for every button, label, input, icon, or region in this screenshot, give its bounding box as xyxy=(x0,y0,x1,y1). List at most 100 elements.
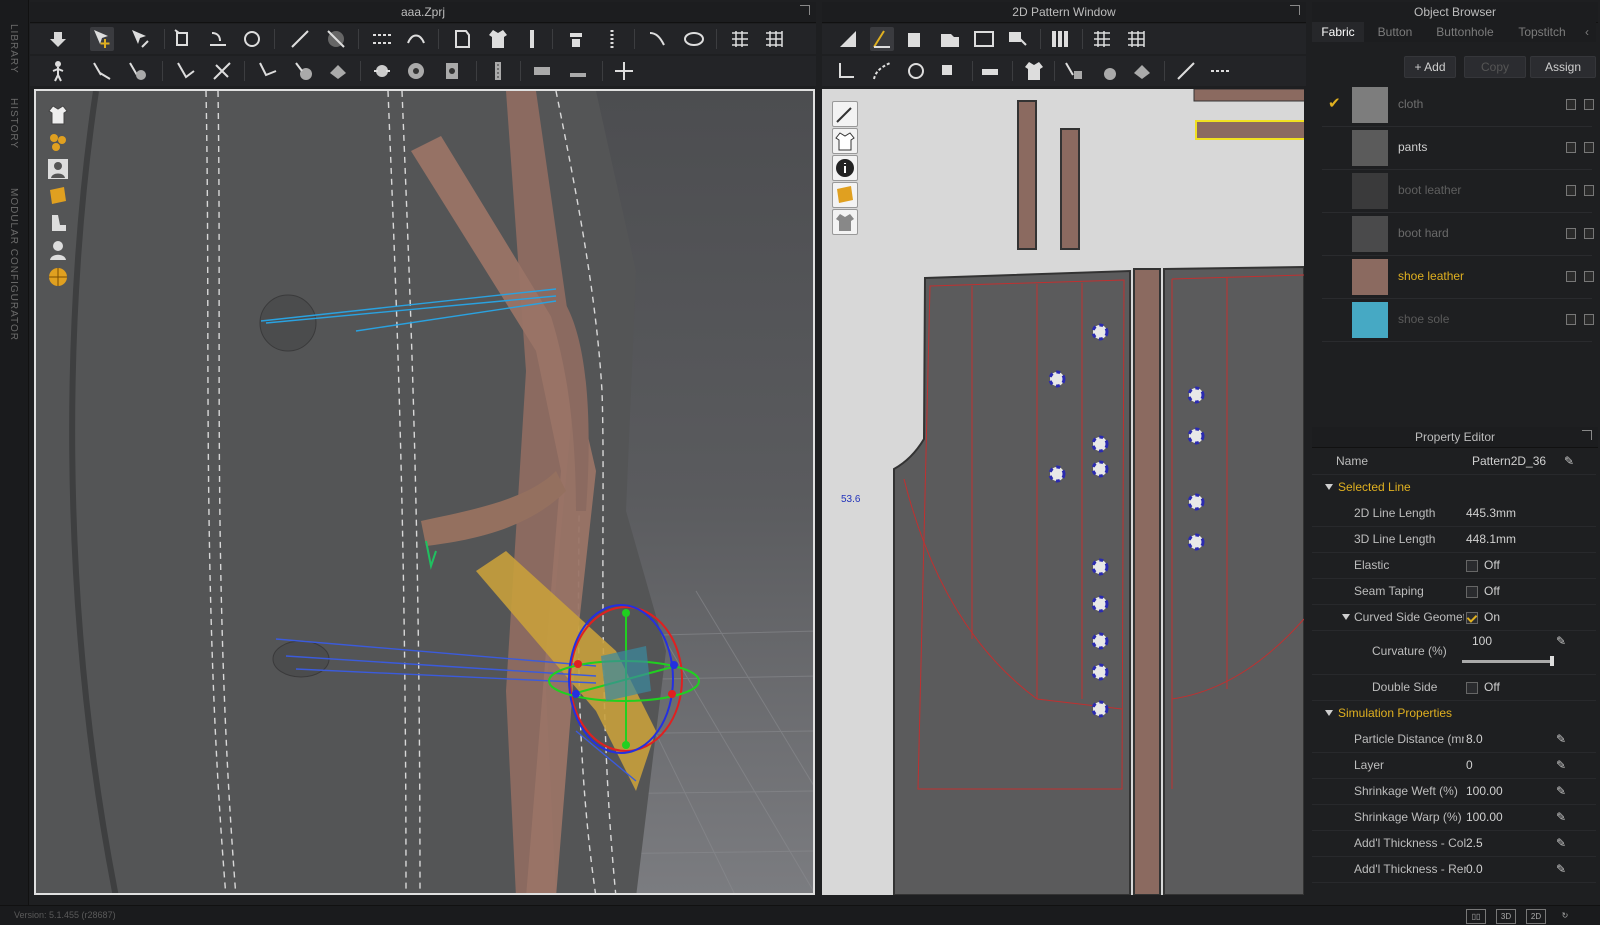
fabric-delete-icon[interactable] xyxy=(1566,228,1576,239)
pin-3d-icon[interactable] xyxy=(90,59,114,83)
segment-sewing-icon[interactable] xyxy=(836,59,860,83)
elastic-loop-icon[interactable] xyxy=(682,27,706,51)
info-icon[interactable] xyxy=(832,155,858,181)
section-selected-line[interactable]: Selected Line xyxy=(1312,474,1596,500)
popout-icon[interactable] xyxy=(800,5,810,15)
grid-2d-alt-icon[interactable] xyxy=(1124,27,1148,51)
tack-2d-icon[interactable] xyxy=(938,59,962,83)
tape-icon[interactable] xyxy=(530,59,554,83)
edit-sewing-icon[interactable] xyxy=(904,59,928,83)
copy-fabric-button[interactable]: Copy xyxy=(1464,56,1526,78)
collapse-triangle-icon[interactable] xyxy=(1325,484,1333,490)
avatar-visibility-icon[interactable] xyxy=(46,157,70,181)
sewing-3d-icon[interactable] xyxy=(256,59,280,83)
fabric-swatch[interactable] xyxy=(1352,173,1388,209)
assign-fabric-button[interactable]: Assign xyxy=(1530,56,1596,78)
zipper-icon[interactable] xyxy=(600,27,624,51)
warp-value[interactable]: 100.00 xyxy=(1466,810,1503,824)
history-tab[interactable]: HISTORY xyxy=(8,98,19,149)
fabric-delete-icon[interactable] xyxy=(1566,314,1576,325)
wrench-icon[interactable]: ✎ xyxy=(1556,862,1568,876)
avatar-measure-icon[interactable] xyxy=(440,59,464,83)
grid-texture-icon[interactable] xyxy=(762,27,786,51)
line-2d-value[interactable]: 445.3mm xyxy=(1466,506,1516,520)
weft-value[interactable]: 100.00 xyxy=(1466,784,1503,798)
fabric-delete-icon[interactable] xyxy=(1566,142,1576,153)
measure-3d-icon[interactable] xyxy=(174,59,198,83)
fabric-swatch[interactable] xyxy=(1352,302,1388,338)
fabric-row[interactable]: pants xyxy=(1322,127,1594,170)
brush-pin-icon[interactable] xyxy=(126,59,150,83)
tab-topstitch[interactable]: Topstitch xyxy=(1506,22,1578,42)
section-simulation[interactable]: Simulation Properties xyxy=(1312,700,1596,726)
fabric-delete-icon[interactable] xyxy=(1566,271,1576,282)
fabric-swatch[interactable] xyxy=(1352,216,1388,252)
show-garment-icon[interactable] xyxy=(832,128,858,154)
fabric-lock-icon[interactable] xyxy=(1584,314,1594,325)
shoe-visibility-icon[interactable] xyxy=(46,211,70,235)
curvature-value[interactable]: 100 xyxy=(1472,634,1492,648)
fabric-lock-icon[interactable] xyxy=(1584,228,1594,239)
add-point-icon[interactable] xyxy=(938,27,962,51)
fabric-delete-icon[interactable] xyxy=(1566,99,1576,110)
pin-2d-icon[interactable] xyxy=(1062,59,1086,83)
garment-visibility-icon[interactable] xyxy=(46,103,70,127)
steam-icon[interactable] xyxy=(210,59,234,83)
draw-line-icon[interactable] xyxy=(288,27,312,51)
tab-scroll-left-icon[interactable]: ‹ xyxy=(1578,22,1596,42)
fabric-row[interactable]: shoe leather xyxy=(1322,256,1594,299)
rendering-value[interactable]: 0.0 xyxy=(1466,862,1483,876)
body-visibility-icon[interactable] xyxy=(46,238,70,262)
pattern-2d-view[interactable]: 53.6 xyxy=(822,89,1304,895)
grid-mesh-icon[interactable] xyxy=(728,27,752,51)
fold-tool-icon[interactable] xyxy=(206,27,230,51)
add-fabric-button[interactable]: + Add xyxy=(1404,56,1456,78)
trim-icon[interactable] xyxy=(404,59,428,83)
seam-edit-icon[interactable] xyxy=(370,27,394,51)
fabric-swatch[interactable] xyxy=(1352,87,1388,123)
layout-3d-icon[interactable]: 3D xyxy=(1496,909,1516,924)
fabric-row[interactable]: boot hard xyxy=(1322,213,1594,256)
collapse-triangle-icon[interactable] xyxy=(1342,614,1350,620)
environment-globe-icon[interactable] xyxy=(46,265,70,289)
fabric-lock-icon[interactable] xyxy=(1584,185,1594,196)
particle-value[interactable]: 8.0 xyxy=(1466,732,1483,746)
tape-2d-icon[interactable] xyxy=(978,59,1002,83)
texture-visibility-icon[interactable] xyxy=(46,184,70,208)
layout-split-icon[interactable]: ▯▯ xyxy=(1466,909,1486,924)
modular-configurator-tab[interactable]: MODULAR CONFIGURATOR xyxy=(8,188,19,341)
edit-curvature-icon[interactable] xyxy=(904,27,928,51)
zipper-3d-icon[interactable] xyxy=(486,59,510,83)
edit-name-icon[interactable]: ✎ xyxy=(1564,454,1576,468)
arrangement-icon[interactable] xyxy=(450,27,474,51)
grainline-icon[interactable] xyxy=(1048,27,1072,51)
measure-2d-icon[interactable] xyxy=(1208,59,1232,83)
show-sewing-icon[interactable] xyxy=(832,101,858,127)
fabric-swatch[interactable] xyxy=(1352,130,1388,166)
library-tab[interactable]: LIBRARY xyxy=(8,24,19,74)
fabric-swatch[interactable] xyxy=(1352,259,1388,295)
download-icon[interactable] xyxy=(46,27,70,51)
transform-pattern-icon[interactable] xyxy=(836,27,860,51)
curvature-slider-handle[interactable] xyxy=(1550,656,1554,666)
edit-transform-icon[interactable] xyxy=(128,27,152,51)
button-2d-icon[interactable] xyxy=(1096,59,1120,83)
tab-buttonhole[interactable]: Buttonhole xyxy=(1426,22,1504,42)
button-3d-icon[interactable] xyxy=(292,59,316,83)
double-side-checkbox[interactable] xyxy=(1466,682,1478,694)
line-3d-value[interactable]: 448.1mm xyxy=(1466,532,1516,546)
layout-2d-icon[interactable]: 2D xyxy=(1526,909,1546,924)
tab-button[interactable]: Button xyxy=(1366,22,1424,42)
wrench-icon[interactable]: ✎ xyxy=(1556,810,1568,824)
buttonhole-2d-icon[interactable] xyxy=(1130,59,1154,83)
puckering-icon[interactable] xyxy=(370,59,394,83)
curve-tool-icon[interactable] xyxy=(646,27,670,51)
fabric-row[interactable]: shoe sole xyxy=(1322,299,1594,342)
wrench-icon[interactable]: ✎ xyxy=(1556,836,1568,850)
collapse-triangle-icon[interactable] xyxy=(1325,710,1333,716)
seam-taping-checkbox[interactable] xyxy=(1466,586,1478,598)
fabric-lock-icon[interactable] xyxy=(1584,142,1594,153)
tab-fabric[interactable]: Fabric xyxy=(1312,22,1364,42)
wrench-icon[interactable]: ✎ xyxy=(1556,784,1568,798)
fabric-delete-icon[interactable] xyxy=(1566,185,1576,196)
